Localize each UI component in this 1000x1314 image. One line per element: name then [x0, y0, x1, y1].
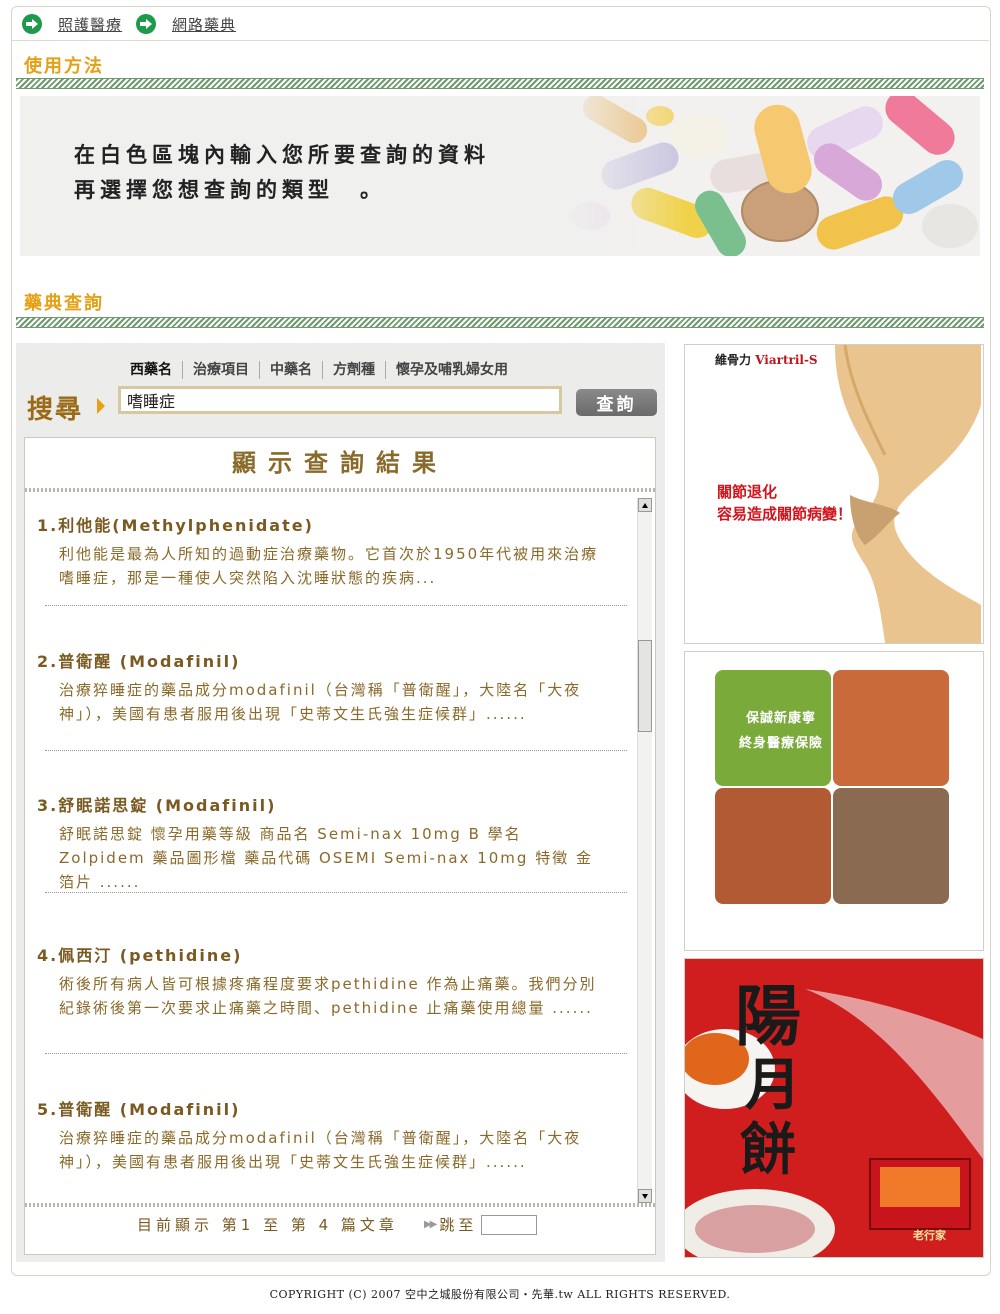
arrow-right-circle-icon	[22, 14, 42, 34]
results-title: 顯示查詢結果	[232, 449, 448, 477]
list-item: 2.普衛醒 (Modafinil) 治療猝睡症的藥品成分modafinil（台灣…	[37, 648, 617, 726]
ad1-text: 關節退化 容易造成關節病變！	[717, 483, 853, 523]
tab-chinese-drug[interactable]: 中藥名	[260, 361, 323, 379]
result-title[interactable]: 2.普衛醒 (Modafinil)	[37, 648, 617, 672]
list-item: 3.舒眠諾思錠 (Modafinil) 舒眠諾思錠 懷孕用藥等級 商品名 Sem…	[37, 792, 617, 894]
double-arrow-icon: ▶▶	[423, 1219, 437, 1230]
ad-banner-insurance[interactable]: 保誠新康寧 終身醫療保險	[684, 651, 984, 951]
breadcrumb: 照護醫療 網路藥典	[22, 13, 250, 35]
tab-western-drug[interactable]: 西藥名	[120, 361, 183, 379]
breadcrumb-item-pharmacopeia[interactable]: 網路藥典	[136, 14, 236, 35]
result-separator	[45, 605, 627, 606]
usage-line-2: 再選擇您想查詢的類型 。	[74, 178, 386, 202]
svg-text:陽: 陽	[735, 977, 801, 1055]
usage-instructions: 在白色區塊內輸入您所要查詢的資料 再選擇您想查詢的類型 。	[74, 138, 490, 208]
usage-title: 使用方法	[24, 56, 104, 77]
breadcrumb-link-care[interactable]: 照護醫療	[58, 14, 122, 35]
ad2-photo-tile	[833, 788, 949, 904]
ad2-photo-tile	[715, 788, 831, 904]
list-item: 5.普衛醒 (Modafinil) 治療猝睡症的藥品成分modafinil（台灣…	[37, 1096, 617, 1174]
search-type-tabs: 西藥名 治療項目 中藥名 方劑種 懷孕及哺乳婦女用	[120, 361, 518, 379]
tab-pregnancy[interactable]: 懷孕及哺乳婦女用	[386, 361, 518, 379]
result-separator	[45, 750, 627, 751]
results-list[interactable]: 1.利他能(Methylphenidate) 利他能是最為人所知的過動症治療藥物…	[25, 500, 635, 1197]
pills-image	[560, 96, 980, 256]
search-input[interactable]	[118, 386, 562, 414]
list-item: 1.利他能(Methylphenidate) 利他能是最為人所知的過動症治療藥物…	[37, 512, 617, 590]
tab-treatment[interactable]: 治療項目	[183, 361, 260, 379]
tab-prescription[interactable]: 方劑種	[323, 361, 386, 379]
pager-divider	[25, 1203, 655, 1207]
result-description: 利他能是最為人所知的過動症治療藥物。它首次於1950年代被用來治療嗜睡症，那是一…	[59, 545, 599, 587]
scroll-down-icon[interactable]	[638, 1189, 652, 1203]
ad1-brand: 維骨力 Viartril-S	[715, 353, 818, 367]
results-panel: 顯示查詢結果 1.利他能(Methylphenidate) 利他能是最為人所知的…	[24, 437, 656, 1255]
list-item: 4.佩西汀 (pethidine) 術後所有病人皆可根據疼痛程度要求pethid…	[37, 942, 617, 1020]
result-description: 治療猝睡症的藥品成分modafinil（台灣稱「普衛醒」，大陸名「大夜神」），美…	[59, 681, 582, 723]
ad-banner-mooncake[interactable]: 陽 月 餅 老行家	[684, 958, 984, 1258]
svg-text:月: 月	[745, 1052, 801, 1118]
lookup-title: 藥典查詢	[24, 293, 104, 314]
result-separator	[45, 892, 627, 893]
usage-banner: 在白色區塊內輸入您所要查詢的資料 再選擇您想查詢的類型 。	[20, 96, 980, 256]
ad2-text: 保誠新康寧 終身醫療保險	[738, 711, 823, 751]
header-divider	[12, 40, 989, 41]
search-label: 搜尋	[27, 395, 84, 425]
breadcrumb-link-pharmacopeia[interactable]: 網路藥典	[172, 14, 236, 35]
pager-status: 目前顯示 第1 至 第 4 篇文章	[137, 1216, 398, 1234]
arrow-right-circle-icon	[136, 14, 157, 34]
result-separator	[45, 1053, 627, 1054]
scroll-up-icon[interactable]	[638, 498, 652, 512]
breadcrumb-item-care[interactable]: 照護醫療	[22, 14, 122, 35]
result-title[interactable]: 4.佩西汀 (pethidine)	[37, 942, 617, 966]
jump-page-input[interactable]	[481, 1214, 538, 1235]
usage-line-1: 在白色區塊內輸入您所要查詢的資料	[74, 143, 490, 167]
ad-banner-viartril[interactable]: 維骨力 Viartril-S 關節退化 容易造成關節病變！	[684, 344, 984, 644]
footer-copyright: COPYRIGHT (C) 2007 空中之城股份有限公司・先華.tw ALL …	[269, 1288, 731, 1301]
jump-label: 跳至	[439, 1216, 478, 1234]
triangle-right-icon	[97, 398, 105, 414]
result-title[interactable]: 3.舒眠諾思錠 (Modafinil)	[37, 792, 617, 816]
mooncake-image: 陽 月 餅	[685, 959, 983, 1257]
results-divider	[25, 488, 655, 492]
ad2-photo-tile	[833, 670, 949, 786]
result-description: 舒眠諾思錠 懷孕用藥等級 商品名 Semi-nax 10mg B 學名 Zolp…	[59, 825, 593, 891]
scrollbar-thumb[interactable]	[638, 640, 652, 732]
results-scrollbar[interactable]	[637, 498, 652, 1203]
result-title[interactable]: 1.利他能(Methylphenidate)	[37, 512, 617, 536]
pager: 目前顯示 第1 至 第 4 篇文章 ▶▶ 跳至	[137, 1214, 538, 1235]
section-divider	[16, 78, 984, 89]
search-button[interactable]: 查詢	[576, 389, 657, 416]
ad3-brand: 老行家	[913, 1229, 946, 1242]
search-panel: 西藥名 治療項目 中藥名 方劑種 懷孕及哺乳婦女用 搜尋 查詢 顯示查詢結果 1…	[16, 343, 665, 1262]
result-description: 治療猝睡症的藥品成分modafinil（台灣稱「普衛醒」，大陸名「大夜神」），美…	[59, 1129, 582, 1171]
result-description: 術後所有病人皆可根據疼痛程度要求pethidine 作為止痛藥。我們分別紀錄術後…	[59, 975, 597, 1017]
result-title[interactable]: 5.普衛醒 (Modafinil)	[37, 1096, 617, 1120]
svg-text:餅: 餅	[740, 1117, 796, 1183]
section-divider	[16, 317, 984, 328]
